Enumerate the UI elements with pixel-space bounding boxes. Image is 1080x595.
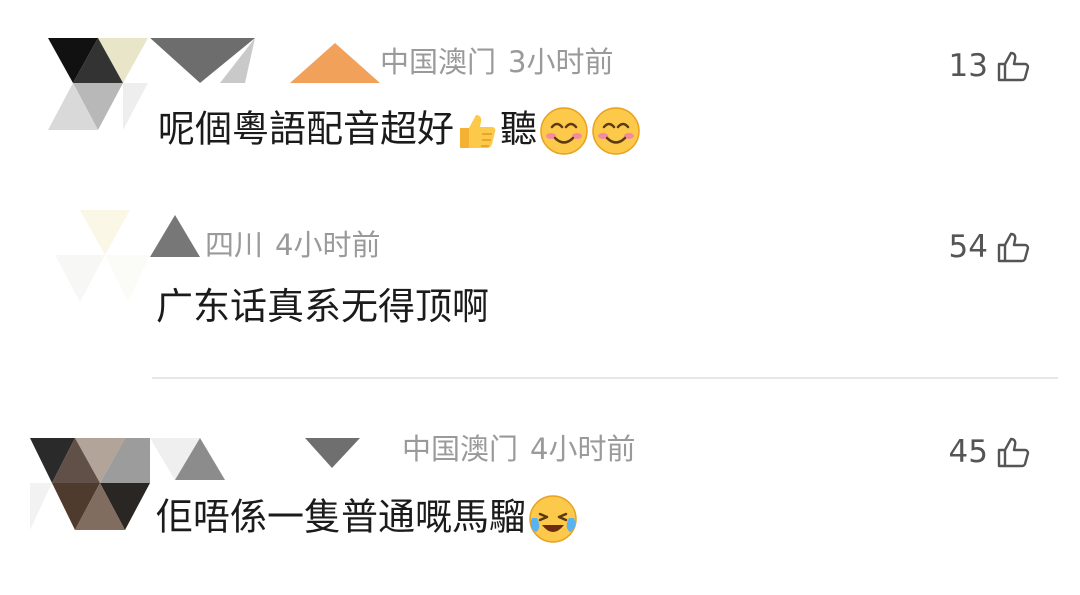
avatar[interactable] xyxy=(30,438,150,530)
region-label: 中国澳门 xyxy=(402,432,519,466)
like-button[interactable]: 45 xyxy=(949,436,1030,468)
thumbs-up-outline-icon xyxy=(996,436,1030,468)
username-masked[interactable] xyxy=(150,438,360,480)
comment-text: 佢唔係一隻普通嘅馬騮 xyxy=(156,494,578,544)
laughing-crying-emoji xyxy=(528,494,578,544)
comment-item: 中国澳门 4小时前 45 佢唔係一隻普通嘅馬騮 xyxy=(0,0,1080,595)
comment-meta: 中国澳门 4小时前 xyxy=(402,435,647,464)
like-count: 45 xyxy=(948,433,988,470)
comment-body: 佢唔係一隻普通嘅馬騮 xyxy=(156,495,526,539)
timestamp: 4小时前 xyxy=(530,432,636,466)
